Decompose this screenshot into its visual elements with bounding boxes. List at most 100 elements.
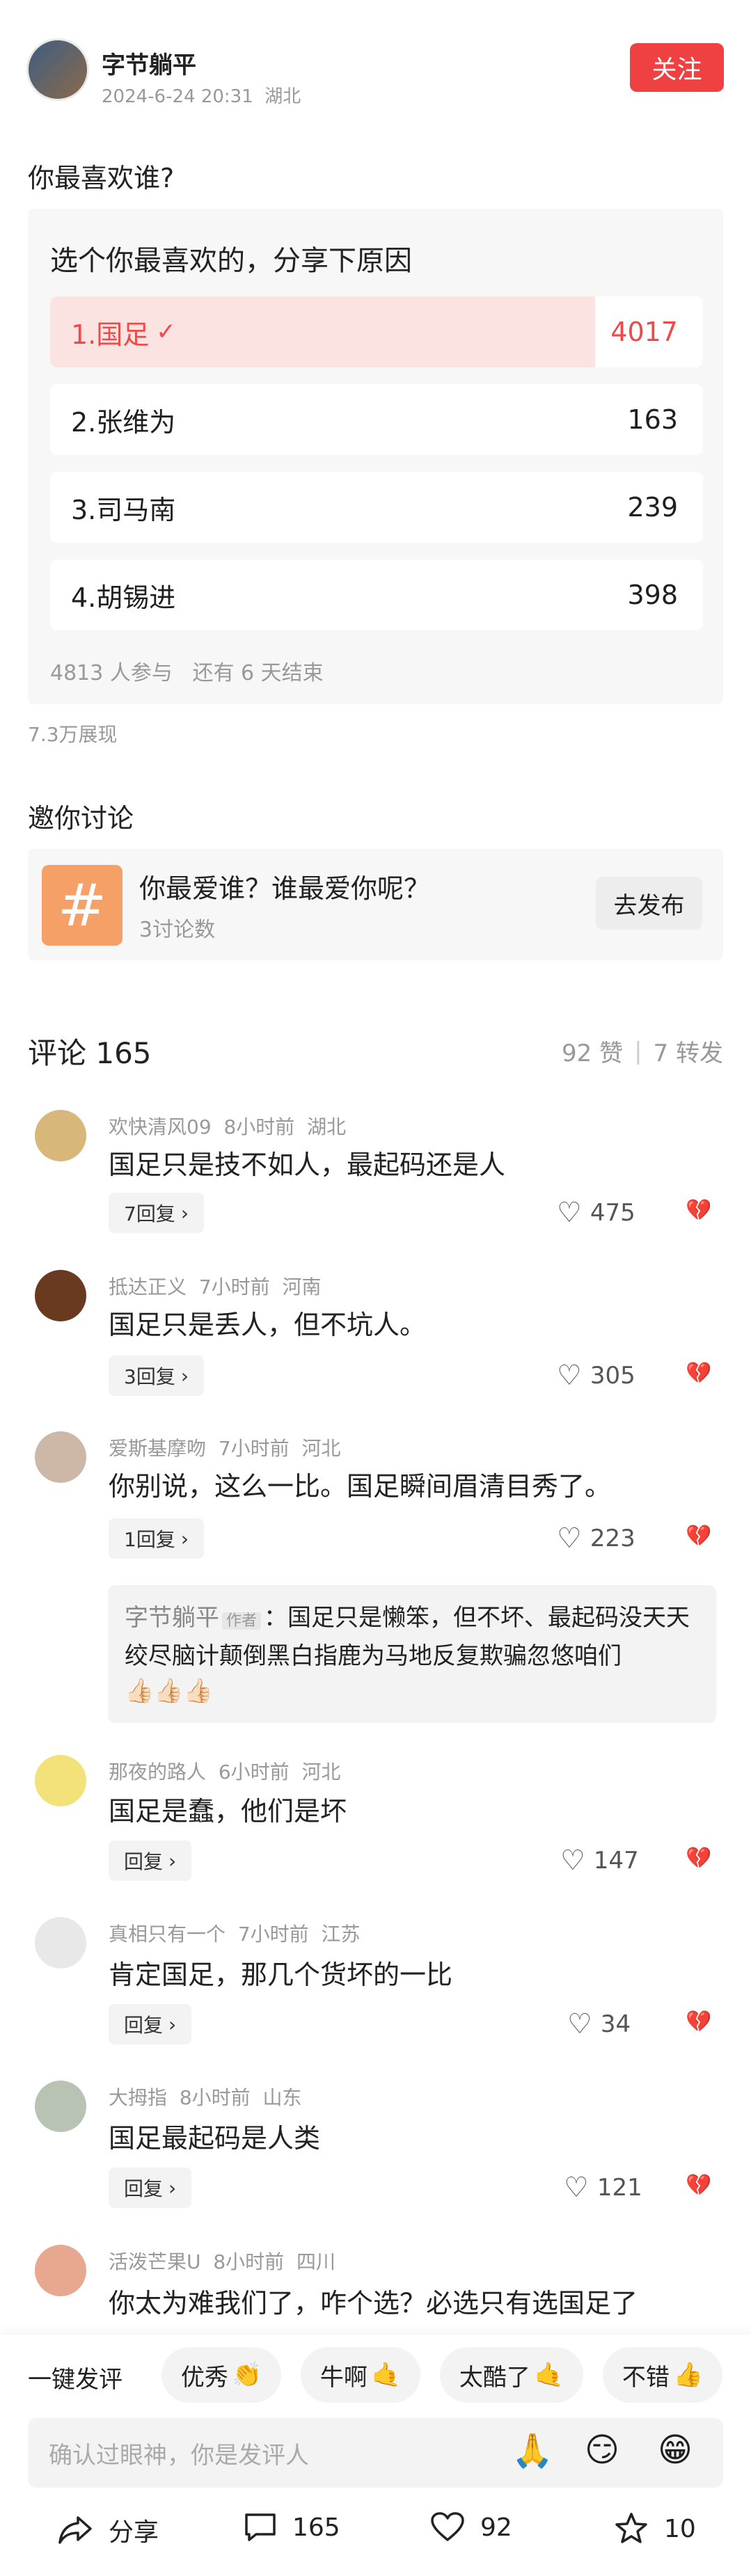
comment-text: 国足只是丢人，但不坑人。	[109, 1310, 427, 1340]
like-button[interactable]: ♡ 223	[557, 1522, 635, 1555]
reply-button[interactable]: 回复 ›	[109, 2004, 192, 2044]
comment-avatar[interactable]	[35, 1270, 86, 1321]
reply-emojis: 👍🏻👍🏻👍🏻	[125, 1677, 214, 1705]
comment-avatar[interactable]	[35, 1755, 86, 1806]
topic-title[interactable]: 你最爱谁？谁最爱你呢？	[139, 867, 430, 905]
comment-meta: 真相只有一个 7小时前 江苏	[109, 1923, 361, 1946]
poll-option-1[interactable]: 1.国足 ✓ 4017	[50, 296, 703, 367]
view-replies-button[interactable]: 7回复 ›	[109, 1193, 205, 1233]
heart-icon: ♡	[557, 1360, 582, 1392]
reply-button[interactable]: 回复 ›	[109, 1840, 192, 1881]
favorite-button[interactable]: 10	[614, 2512, 696, 2545]
comment-input-placeholder: 确认过眼神，你是发评人	[49, 2441, 309, 2470]
quick-reply-chip[interactable]: 牛啊 🤙	[301, 2347, 420, 2403]
poll-option-count: 398	[627, 580, 678, 610]
call-me-hand-icon: 🤙	[534, 2361, 564, 2389]
quick-reply-chip[interactable]: 不错 👍	[603, 2347, 722, 2403]
heart-icon: ♡	[560, 1845, 585, 1877]
share-button[interactable]: 分享	[57, 2512, 159, 2548]
like-button[interactable]: ♡ 475	[557, 1197, 635, 1229]
poll-stats: 4813 人参与 还有 6 天结束	[50, 655, 324, 686]
post-timestamp: 2024-6-24 20:31	[102, 86, 253, 107]
chevron-right-icon: ›	[168, 1849, 177, 1873]
dislike-icon[interactable]: 💔	[686, 2173, 711, 2197]
like-button[interactable]: ♡ 305	[557, 1360, 635, 1392]
star-icon	[615, 2513, 647, 2543]
view-replies-button[interactable]: 3回复 ›	[109, 1355, 205, 1396]
comments-stats: 92 赞 | 7 转发	[562, 1034, 723, 1068]
post-question: 你最喜欢谁?	[28, 163, 175, 193]
comment-avatar[interactable]	[35, 1110, 86, 1161]
poll-prompt: 选个你最喜欢的，分享下原因	[50, 245, 412, 277]
author-avatar[interactable]	[26, 38, 89, 101]
view-replies-button[interactable]: 1回复 ›	[109, 1518, 205, 1559]
comment-user: 真相只有一个	[109, 1923, 226, 1946]
comment-user: 欢快清风09	[109, 1115, 212, 1138]
quick-reply-label: 一键发评	[28, 2366, 122, 2394]
dislike-icon[interactable]: 💔	[686, 1361, 711, 1385]
author-reply[interactable]: 字节躺平 作者 ：国足只是懒笨，但不坏、最起码没天天绞尽脑计颠倒黑白指鹿为马地反复欺…	[108, 1585, 716, 1723]
comment-avatar[interactable]	[35, 2245, 86, 2296]
topic-subtitle: 3讨论数	[139, 918, 216, 942]
chevron-right-icon: ›	[180, 1364, 189, 1388]
follow-button[interactable]: 关注	[630, 43, 724, 92]
dislike-icon[interactable]: 💔	[686, 1846, 711, 1870]
poll-participants: 4813 人参与	[50, 661, 173, 685]
shares-total: 7 转发	[653, 1040, 723, 1067]
heart-icon: ♡	[567, 2008, 592, 2040]
poll-option-label: 2.张维为	[71, 406, 176, 438]
clap-icon: 👏	[232, 2361, 262, 2389]
heart-icon	[431, 2512, 464, 2541]
comment-icon	[245, 2513, 276, 2541]
poll-option-label: 3.司马南	[71, 494, 176, 525]
go-post-button[interactable]: 去发布	[596, 877, 702, 930]
comment-user: 大拇指	[109, 2086, 168, 2109]
comment-meta: 爱斯基摩吻 7小时前 河北	[109, 1437, 341, 1460]
like-button[interactable]: ♡ 121	[564, 2172, 642, 2204]
author-name[interactable]: 字节躺平	[102, 46, 196, 80]
chevron-right-icon: ›	[168, 2012, 177, 2036]
comment-text: 你太为难我们了，咋个选？必选只有选国足了	[109, 2288, 638, 2319]
dislike-icon[interactable]: 💔	[686, 1198, 711, 1223]
hashtag-icon: #	[42, 865, 122, 946]
comment-text: 国足最起码是人类	[109, 2123, 321, 2154]
comment-text: 你别说，这么一比。国足瞬间眉清目秀了。	[109, 1471, 612, 1502]
dislike-icon[interactable]: 💔	[686, 1524, 711, 1548]
comment-user: 那夜的路人	[109, 1760, 207, 1783]
comment-avatar[interactable]	[35, 2081, 86, 2132]
comment-avatar[interactable]	[35, 1431, 86, 1483]
comments-button[interactable]: 165	[244, 2512, 340, 2543]
pray-emoji-icon[interactable]: 🙏	[512, 2431, 553, 2470]
comment-text: 国足只是技不如人，最起码还是人	[109, 1150, 506, 1180]
smirk-emoji-icon[interactable]: 😏	[585, 2431, 619, 2470]
poll-option-count: 163	[627, 404, 678, 435]
poll-option-count: 239	[627, 492, 678, 523]
quick-reply-chip[interactable]: 优秀 👏	[161, 2347, 281, 2403]
grin-emoji-icon[interactable]: 😁	[658, 2431, 693, 2470]
comment-user: 爱斯基摩吻	[109, 1437, 207, 1460]
like-button[interactable]: ♡ 34	[567, 2008, 631, 2040]
like-post-button[interactable]: 92	[430, 2512, 512, 2543]
comment-meta: 活泼芒果U 8小时前 四川	[109, 2250, 335, 2273]
comment-text: 肯定国足，那几个货坏的一比	[109, 1959, 453, 1990]
reply-author[interactable]: 字节躺平	[125, 1604, 219, 1632]
comment-meta: 欢快清风09 8小时前 湖北	[109, 1115, 347, 1138]
poll-option-4[interactable]: 4.胡锡进 398	[50, 559, 703, 630]
poll-option-3[interactable]: 3.司马南 239	[50, 472, 703, 543]
share-icon	[58, 2516, 92, 2544]
dislike-icon[interactable]: 💔	[686, 2010, 711, 2034]
comments-title: 评论 165	[28, 1036, 152, 1070]
comment-text: 国足是蠢，他们是坏	[109, 1796, 347, 1827]
poll-option-2[interactable]: 2.张维为 163	[50, 384, 703, 455]
poll-option-count: 4017	[610, 317, 678, 347]
comment-user: 抵达正义	[109, 1275, 187, 1298]
heart-icon: ♡	[564, 2172, 589, 2204]
reply-button[interactable]: 回复 ›	[109, 2168, 192, 2208]
comment-avatar[interactable]	[35, 1917, 86, 1969]
comment-meta: 那夜的路人 6小时前 河北	[109, 1760, 341, 1783]
quick-reply-chip[interactable]: 太酷了 🤙	[440, 2347, 583, 2403]
checkmark-icon: ✓	[156, 318, 176, 346]
like-button[interactable]: ♡ 147	[560, 1845, 639, 1877]
likes-total: 92 赞	[562, 1040, 624, 1067]
stats-divider: |	[634, 1037, 642, 1065]
